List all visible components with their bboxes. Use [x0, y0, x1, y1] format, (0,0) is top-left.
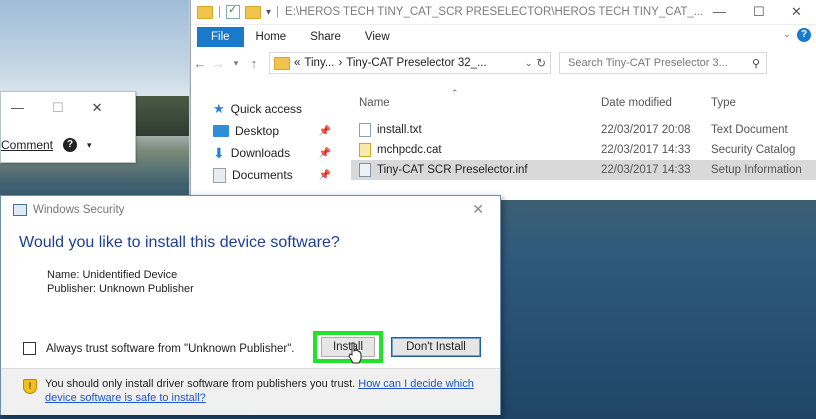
always-trust-checkbox[interactable] — [23, 342, 36, 355]
search-icon: ⚲ — [751, 57, 760, 70]
nav-item-quick-access[interactable]: ★ Quick access — [191, 98, 351, 120]
nav-item-downloads[interactable]: ⬇ Downloads 📌 — [191, 142, 351, 164]
setup-information-icon — [359, 163, 371, 177]
file-row-mchpcdc-cat[interactable]: mchpcdc.cat 22/03/2017 14:33 Security Ca… — [351, 140, 816, 160]
search-input[interactable]: Search Tiny-CAT Preselector 3... ⚲ — [559, 52, 767, 74]
pin-icon: 📌 — [318, 169, 331, 181]
always-trust-label[interactable]: Always trust software from "Unknown Publ… — [46, 343, 294, 355]
navigation-pane: ★ Quick access Desktop 📌 ⬇ Downloads 📌 D… — [191, 98, 351, 186]
minimize-button[interactable]: — — [11, 100, 24, 116]
help-icon[interactable]: ? — [63, 138, 78, 152]
address-segment-current[interactable]: Tiny-CAT Preselector 32_... — [346, 57, 486, 69]
device-name: Name: Unidentified Device — [47, 269, 178, 281]
dialog-footer: ! You should only install driver softwar… — [1, 368, 500, 415]
sort-ascending-icon: ⌃ — [451, 88, 459, 98]
warning-shield-icon: ! — [23, 379, 37, 394]
search-placeholder: Search Tiny-CAT Preselector 3... — [568, 57, 728, 69]
device-publisher: Publisher: Unknown Publisher — [47, 283, 194, 295]
maximize-button[interactable]: ☐ — [753, 4, 765, 20]
up-arrow-icon[interactable]: ↑ — [245, 56, 263, 71]
windows-security-icon — [13, 204, 27, 216]
dont-install-button[interactable]: Don't Install — [391, 337, 481, 357]
ribbon-tabs: File Home Share View — [191, 25, 816, 49]
help-icon[interactable]: ? — [797, 28, 811, 42]
column-headers: ⌃ Name Date modified Type — [351, 88, 816, 112]
address-segment-parent[interactable]: Tiny... — [304, 57, 334, 69]
download-icon: ⬇ — [213, 145, 225, 161]
expand-ribbon-icon[interactable]: ⌄ — [783, 29, 791, 40]
refresh-icon[interactable]: ↻ — [536, 56, 546, 70]
device-info: Name: Unidentified Device Publisher: Unk… — [47, 268, 194, 296]
address-dropdown-icon[interactable]: ⌄ — [525, 58, 533, 69]
documents-icon — [213, 167, 226, 183]
tab-home[interactable]: Home — [244, 31, 299, 43]
close-button[interactable]: ✕ — [92, 100, 103, 116]
window-title: E:\HEROS TECH TINY_CAT_SCR PRESELECTOR\H… — [285, 6, 704, 18]
maximize-button[interactable]: ☐ — [52, 100, 64, 116]
file-explorer-window: | ▾ | E:\HEROS TECH TINY_CAT_SCR PRESELE… — [190, 0, 816, 200]
text-file-icon — [359, 123, 371, 137]
address-bar[interactable]: « Tiny... › Tiny-CAT Preselector 32_... … — [269, 52, 551, 74]
minimize-button[interactable]: — — [713, 4, 726, 19]
comment-button[interactable]: Comment — [1, 138, 53, 152]
forward-arrow-icon[interactable]: → — [209, 56, 227, 71]
recent-locations-icon[interactable]: ▾ — [227, 58, 245, 69]
footer-warning-text: You should only install driver software … — [45, 378, 356, 390]
install-question: Would you like to install this device so… — [19, 234, 340, 251]
back-arrow-icon[interactable]: ← — [191, 56, 209, 71]
column-type[interactable]: Type — [711, 91, 816, 109]
pin-icon: 📌 — [318, 125, 331, 137]
tab-share[interactable]: Share — [298, 31, 353, 43]
star-icon: ★ — [213, 101, 225, 116]
chevron-down-icon[interactable]: ▾ — [87, 140, 92, 151]
explorer-titlebar: | ▾ | E:\HEROS TECH TINY_CAT_SCR PRESELE… — [191, 0, 816, 25]
customize-toolbar-icon[interactable]: ▾ — [266, 7, 271, 18]
background-window: — ☐ ✕ Comment ? ▾ — [0, 91, 136, 163]
quick-access-toolbar: | ▾ | — [197, 3, 279, 19]
properties-icon[interactable] — [226, 3, 240, 19]
security-catalog-icon — [359, 143, 371, 157]
hand-cursor-icon — [348, 342, 362, 364]
address-folder-icon — [274, 56, 290, 70]
tab-file[interactable]: File — [197, 27, 244, 47]
desktop-icon — [213, 125, 229, 137]
address-separator: › — [338, 57, 343, 69]
dialog-close-button[interactable]: ✕ — [472, 201, 484, 218]
dialog-title: Windows Security — [33, 204, 125, 216]
nav-item-documents[interactable]: Documents 📌 — [191, 164, 351, 186]
file-row-inf-selected[interactable]: Tiny-CAT SCR Preselector.inf 22/03/2017 … — [351, 160, 816, 180]
column-date-modified[interactable]: Date modified — [601, 91, 711, 109]
column-name[interactable]: Name — [351, 91, 601, 109]
nav-item-desktop[interactable]: Desktop 📌 — [191, 120, 351, 142]
address-row: ← → ▾ ↑ « Tiny... › Tiny-CAT Preselector… — [191, 49, 816, 77]
file-list: ⌃ Name Date modified Type install.txt 22… — [351, 88, 816, 180]
file-row-install-txt[interactable]: install.txt 22/03/2017 20:08 Text Docume… — [351, 120, 816, 140]
folder-icon — [197, 5, 213, 19]
pin-icon: 📌 — [318, 147, 331, 159]
tab-view[interactable]: View — [353, 31, 402, 43]
new-folder-icon[interactable] — [245, 5, 261, 19]
windows-security-dialog: Windows Security ✕ Would you like to ins… — [0, 195, 501, 415]
close-button[interactable]: ✕ — [791, 4, 802, 20]
dialog-titlebar: Windows Security — [1, 196, 500, 224]
address-overflow[interactable]: « — [294, 57, 300, 69]
